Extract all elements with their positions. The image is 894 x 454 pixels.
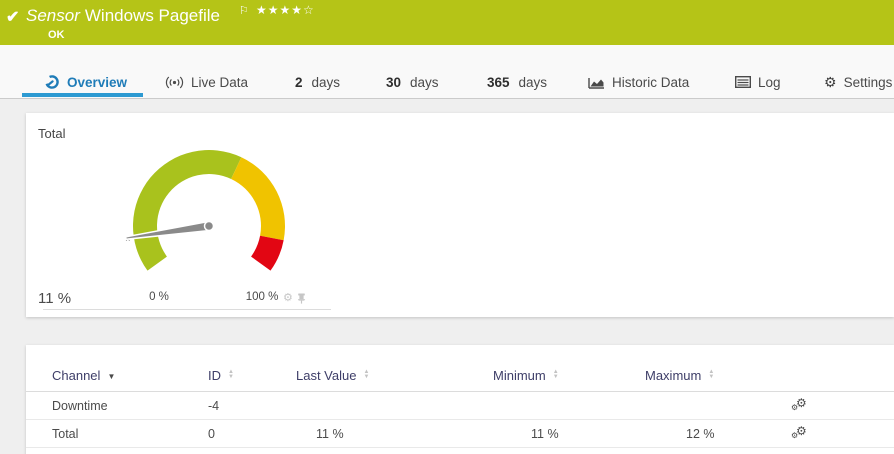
sensor-status-bar: ✔ Sensor Windows Pagefile ⚐ ★★★★☆ OK xyxy=(0,0,894,45)
gauge-pin-icon[interactable] xyxy=(297,293,306,304)
sensor-title: Sensor Windows Pagefile xyxy=(26,6,220,26)
total-gauge: x0 %100 % xyxy=(26,113,446,313)
stars-filled: ★★★★ xyxy=(256,3,303,17)
gauge-panel: Total x0 %100 % 11 % ⚙ xyxy=(26,113,894,317)
column-header-channel[interactable]: Channel ▼ xyxy=(52,354,208,383)
tab-label: days xyxy=(312,75,341,90)
sort-both-icon: ▲▼ xyxy=(363,370,369,380)
tab-label: Overview xyxy=(67,75,127,90)
tab-label: days xyxy=(519,75,548,90)
tab-historic-data[interactable]: Historic Data xyxy=(588,71,689,93)
tab-label: Live Data xyxy=(191,75,248,90)
active-tab-underline xyxy=(22,93,143,97)
tab-number: 365 xyxy=(487,75,510,90)
gauge-divider xyxy=(43,309,331,310)
svg-text:100 %: 100 % xyxy=(246,291,279,303)
channel-settings-gears-icon[interactable]: ⚙ ⚙ xyxy=(791,398,809,414)
tab-log[interactable]: Log xyxy=(735,71,781,93)
gauge-current-value: 11 % xyxy=(38,290,71,307)
sensor-name: Windows Pagefile xyxy=(85,6,220,25)
sort-both-icon: ▲▼ xyxy=(228,370,234,380)
svg-text:0 %: 0 % xyxy=(149,291,169,303)
column-label: Last Value xyxy=(296,368,356,383)
area-chart-icon xyxy=(588,76,605,89)
channel-settings-gears-icon[interactable]: ⚙ ⚙ xyxy=(791,426,809,442)
gear-icon: ⚙ xyxy=(824,74,837,91)
column-label: ID xyxy=(208,368,221,383)
tab-number: 2 xyxy=(295,75,303,90)
tab-live-data[interactable]: Live Data xyxy=(165,71,248,93)
channel-table-header: Channel ▼ ID ▲▼ Last Value ▲▼ Minimum ▲▼… xyxy=(26,345,894,392)
column-header-minimum[interactable]: Minimum ▲▼ xyxy=(493,354,645,383)
star-empty: ☆ xyxy=(303,3,315,17)
tab-number: 30 xyxy=(386,75,401,90)
table-row-downtime: Downtime -4 ⚙ ⚙ xyxy=(26,392,894,420)
tab-label: Settings xyxy=(844,75,893,90)
tab-settings[interactable]: ⚙ Settings xyxy=(824,71,892,93)
priority-stars[interactable]: ★★★★☆ xyxy=(256,3,315,17)
cell-last-value: 11 % xyxy=(296,427,493,441)
tab-label: days xyxy=(410,75,439,90)
column-header-maximum[interactable]: Maximum ▲▼ xyxy=(645,354,791,383)
sort-desc-icon: ▼ xyxy=(107,372,115,381)
cell-channel: Total xyxy=(52,427,208,441)
tab-365-days[interactable]: 365 days xyxy=(487,71,547,93)
flag-icon[interactable]: ⚐ xyxy=(239,4,249,17)
broadcast-icon xyxy=(165,76,184,89)
log-list-icon xyxy=(735,76,751,88)
gauge-icon xyxy=(44,74,60,90)
column-header-last-value[interactable]: Last Value ▲▼ xyxy=(296,354,493,383)
cell-id: -4 xyxy=(208,399,296,413)
column-label: Minimum xyxy=(493,368,546,383)
column-label: Channel xyxy=(52,368,100,383)
tab-30-days[interactable]: 30 days xyxy=(386,71,439,93)
table-row-total: Total 0 11 % 11 % 12 % ⚙ ⚙ xyxy=(26,420,894,448)
cell-id: 0 xyxy=(208,427,296,441)
column-label: Maximum xyxy=(645,368,701,383)
gauge-footer-controls: ⚙ xyxy=(283,293,306,304)
cell-channel: Downtime xyxy=(52,399,208,413)
sort-both-icon: ▲▼ xyxy=(708,370,714,380)
channel-table-panel: Channel ▼ ID ▲▼ Last Value ▲▼ Minimum ▲▼… xyxy=(26,345,894,454)
tab-overview[interactable]: Overview xyxy=(44,71,127,93)
gauge-settings-gear-icon[interactable]: ⚙ xyxy=(283,293,293,304)
status-badge: OK xyxy=(48,29,65,41)
sensor-type-label: Sensor xyxy=(26,6,80,25)
tab-label: Historic Data xyxy=(612,75,689,90)
column-header-id[interactable]: ID ▲▼ xyxy=(208,354,296,383)
tab-2-days[interactable]: 2 days xyxy=(295,71,340,93)
cell-minimum: 11 % xyxy=(493,427,645,441)
tab-bar: Overview Live Data 2 days 30 days 365 da… xyxy=(0,45,894,99)
sort-both-icon: ▲▼ xyxy=(553,370,559,380)
tab-label: Log xyxy=(758,75,781,90)
cell-maximum: 12 % xyxy=(645,427,791,441)
ok-check-icon: ✔ xyxy=(6,7,19,27)
